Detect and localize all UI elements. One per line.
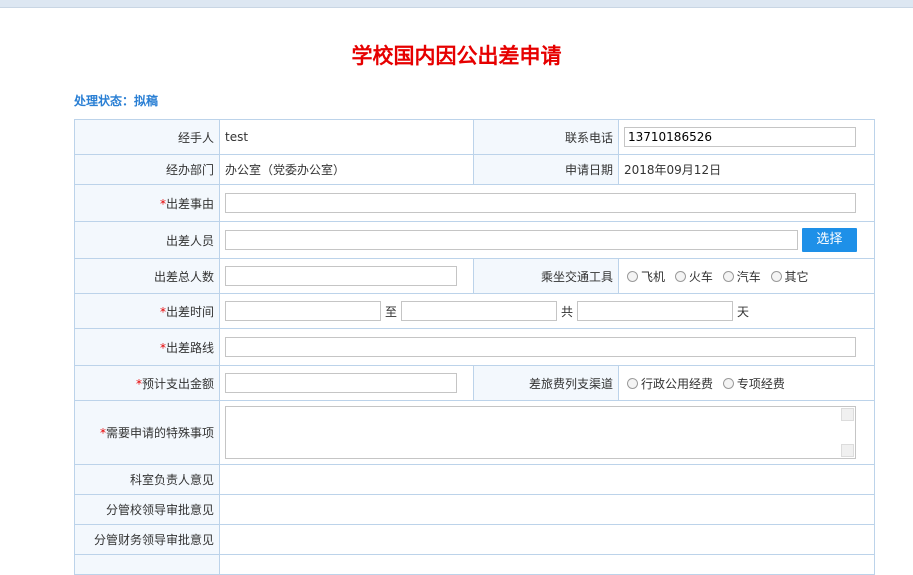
school-leader-label: 分管校领导审批意见 [74,494,220,525]
process-status: 处理状态：拟稿 [74,92,158,109]
dept-label: 经办部门 [74,154,220,185]
transport-option-train: 火车 [688,269,713,284]
select-button[interactable]: 选择 [801,228,857,252]
start-date-input[interactable] [225,301,381,321]
date-label: 申请日期 [473,154,619,185]
count-label: 出差总人数 [74,258,220,294]
row-special: *需要申请的特殊事项 [74,400,875,465]
row-next [74,554,875,575]
dept-value: 办公室（党委办公室） [219,154,474,185]
phone-label: 联系电话 [473,119,619,155]
channel-radio-admin[interactable] [627,377,638,389]
handler-value: test [219,119,474,155]
end-date-input[interactable] [401,301,558,321]
row-time: *出差时间 至共天 [74,293,875,329]
scroll-down-icon[interactable] [841,444,854,457]
scroll-up-icon[interactable] [841,408,854,421]
channel-radio-special[interactable] [722,377,734,389]
route-label: 出差路线 [165,340,214,355]
time-days-label: 天 [737,304,750,319]
status-value: 拟稿 [134,94,159,108]
school-leader-opinion [219,494,875,525]
channel-option-admin: 行政公用经费 [641,376,714,391]
transport-radio-other[interactable] [770,270,782,282]
transport-radio-train[interactable] [674,270,686,282]
time-label: 出差时间 [165,304,214,319]
application-form: 经手人 test 联系电话 经办部门 办公室（党委办公室） 申请日期 2018年… [74,119,875,575]
count-input[interactable] [225,266,457,286]
date-value: 2018年09月12日 [618,154,875,185]
finance-leader-label: 分管财务领导审批意见 [74,524,220,555]
row-route: *出差路线 [74,328,875,366]
transport-label: 乘坐交通工具 [473,258,619,294]
special-label: 需要申请的特殊事项 [105,426,214,440]
time-total-label: 共 [561,304,574,319]
special-textarea[interactable] [225,406,856,459]
dept-head-label: 科室负责人意见 [74,464,220,495]
days-input[interactable] [577,301,734,321]
handler-label: 经手人 [74,119,220,155]
finance-leader-opinion [219,524,875,555]
row-reason: *出差事由 [74,184,875,222]
transport-option-plane: 飞机 [641,269,666,284]
transport-option-other: 其它 [784,269,809,284]
row-dept: 经办部门 办公室（党委办公室） 申请日期 2018年09月12日 [74,154,875,185]
channel-label: 差旅费列支渠道 [473,365,619,401]
row-finance-leader: 分管财务领导审批意见 [74,524,875,555]
dept-head-opinion [219,464,875,495]
row-dept-head: 科室负责人意见 [74,464,875,495]
route-input[interactable] [225,337,856,357]
staff-input[interactable] [225,230,798,250]
status-label: 处理状态： [74,94,135,108]
transport-radio-car[interactable] [722,270,734,282]
reason-input[interactable] [225,193,856,213]
row-amount: *预计支出金额 差旅费列支渠道 行政公用经费 专项经费 [74,365,875,401]
transport-option-car: 汽车 [736,269,761,284]
channel-option-special: 专项经费 [736,376,785,391]
top-bar [0,0,913,8]
page-title: 学校国内因公出差申请 [351,44,562,68]
transport-radio-plane[interactable] [627,270,638,282]
amount-input[interactable] [225,373,457,393]
staff-label: 出差人员 [74,221,220,259]
amount-label: 预计支出金额 [141,376,214,391]
row-handler: 经手人 test 联系电话 [74,119,875,155]
time-to-label: 至 [385,304,398,319]
row-school-leader: 分管校领导审批意见 [74,494,875,525]
row-count: 出差总人数 乘坐交通工具 飞机 火车 汽车 其它 [74,258,875,294]
reason-label: 出差事由 [165,196,214,211]
row-staff: 出差人员 选择 [74,221,875,259]
phone-input[interactable] [624,127,856,147]
